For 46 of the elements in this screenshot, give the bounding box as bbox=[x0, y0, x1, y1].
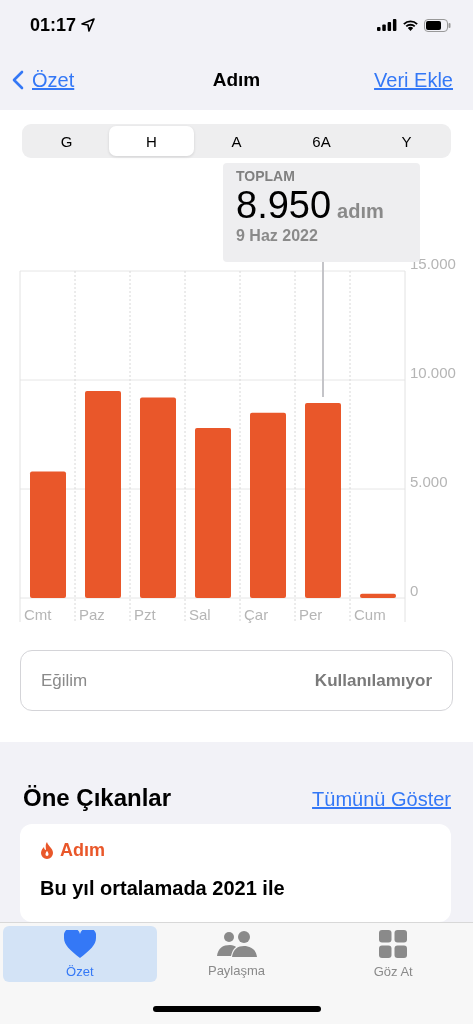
trend-value: Kullanılamıyor bbox=[314, 670, 432, 691]
segment-tab[interactable]: G bbox=[24, 126, 109, 156]
tab-bar-item[interactable]: Göz At bbox=[316, 926, 470, 982]
axis-label: 0 bbox=[410, 582, 419, 599]
highlight-card[interactable]: Adım Bu yıl ortalamada 2021 ile bbox=[20, 824, 451, 922]
step-bar[interactable] bbox=[360, 593, 396, 598]
tab-bar-item[interactable]: Özet bbox=[3, 926, 157, 982]
grid-icon bbox=[379, 929, 408, 958]
back-link[interactable]: Özet bbox=[12, 68, 75, 92]
axis-label: 10.000 bbox=[410, 364, 456, 381]
category-label: Adım bbox=[60, 840, 105, 861]
trend-label: Eğilim bbox=[41, 670, 88, 691]
status-time: 01:17 bbox=[30, 14, 77, 36]
battery-icon bbox=[424, 18, 451, 32]
axis-label: 15.000 bbox=[410, 255, 456, 272]
heart-icon bbox=[63, 929, 96, 958]
total-value: 8.950 bbox=[236, 184, 332, 227]
segment-tab[interactable]: A bbox=[194, 126, 279, 156]
day-label: Per bbox=[299, 606, 323, 623]
day-label: Çar bbox=[244, 606, 269, 623]
unit-label: adım bbox=[337, 200, 384, 223]
day-label: Paz bbox=[79, 606, 105, 623]
trend-row[interactable]: Eğilim Kullanılamıyor bbox=[20, 650, 453, 711]
section-title: Öne Çıkanlar bbox=[23, 784, 172, 812]
day-label: Pzt bbox=[134, 606, 156, 623]
back-chevron-icon bbox=[12, 70, 24, 90]
back-label: Özet bbox=[32, 68, 75, 92]
day-label: Cmt bbox=[24, 606, 52, 623]
day-label: Sal bbox=[189, 606, 211, 623]
axis-label: 5.000 bbox=[410, 473, 448, 490]
screen-title: Adım bbox=[212, 69, 261, 91]
add-data-link[interactable]: Veri Ekle bbox=[374, 68, 453, 92]
flame-icon bbox=[40, 842, 54, 859]
date-label: 9 Haz 2022 bbox=[236, 227, 319, 245]
tab-bar-item[interactable]: Paylaşma bbox=[159, 926, 314, 982]
wifi-icon bbox=[402, 19, 419, 31]
highlight-text: Bu yıl ortalamada 2021 ile bbox=[40, 876, 286, 901]
segment-tab[interactable]: H bbox=[109, 126, 194, 156]
location-arrow-icon bbox=[81, 18, 96, 32]
day-label: Cum bbox=[354, 606, 386, 623]
people-icon bbox=[216, 930, 257, 957]
segment-tab[interactable]: Y bbox=[364, 126, 449, 156]
segment-tab[interactable]: 6A bbox=[279, 126, 364, 156]
signal-icon bbox=[377, 19, 397, 31]
tooltip-label: TOPLAM bbox=[236, 168, 296, 184]
show-all-link[interactable]: Tümünü Göster bbox=[312, 788, 451, 811]
